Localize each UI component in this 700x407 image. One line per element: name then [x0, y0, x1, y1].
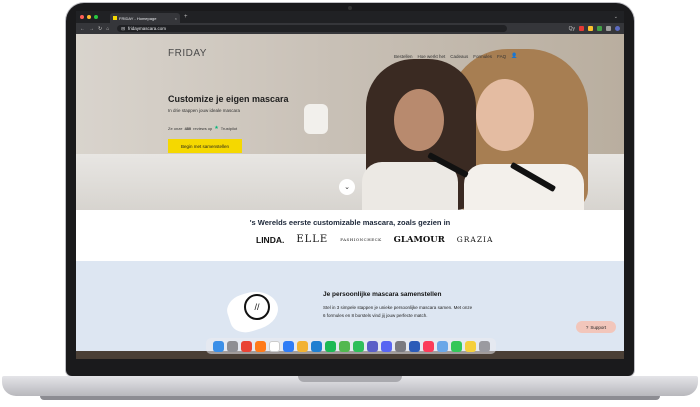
press-logo-grazia: GRAZIA: [456, 235, 494, 244]
site-logo[interactable]: FRIDAY: [168, 48, 207, 59]
reload-icon[interactable]: ↻: [98, 26, 102, 32]
rating-count: 480: [184, 125, 192, 131]
section-title: Je persoonlijke mascara samenstellen: [323, 291, 442, 298]
nav-item-formules[interactable]: Formules: [473, 54, 492, 59]
rating-suffix: reviews op: [193, 125, 213, 131]
camera-notch: [348, 6, 352, 10]
music-icon[interactable]: [422, 340, 434, 352]
finder-icon[interactable]: [212, 340, 224, 352]
settings-icon[interactable]: [394, 340, 406, 352]
press-heading: 's Werelds eerste customizable mascara, …: [249, 218, 451, 227]
chrome-icon[interactable]: [240, 340, 252, 352]
zoom-window-button[interactable]: [94, 15, 98, 19]
teams-icon[interactable]: [366, 340, 378, 352]
tab-title: FRIDAY - Homepage: [119, 15, 157, 21]
hero-model-face-right: [476, 79, 534, 151]
favicon-icon: [113, 16, 117, 20]
extensions-area: Qy: [569, 26, 620, 32]
hero-model-shirt-left: [362, 162, 458, 210]
trustpilot-star-icon: ★: [214, 125, 219, 131]
laptop-opening-lip: [298, 376, 402, 382]
site-info-icon[interactable]: ⊟: [121, 26, 125, 32]
user-icon[interactable]: 👤: [511, 53, 517, 59]
address-bar-row: ← → ↻ ⌂ ⊟ fridaymascara.com Qy: [76, 23, 624, 34]
hero-title: Customize je eigen mascara: [168, 94, 289, 104]
launchpad-icon[interactable]: [226, 340, 238, 352]
close-window-button[interactable]: [80, 15, 84, 19]
trustpilot-rating[interactable]: Ze onze 480 reviews op ★ Trustpilot: [168, 125, 237, 131]
forward-icon[interactable]: →: [89, 26, 94, 32]
nav-item-hoe-werkt-het[interactable]: Hoe werkt het: [418, 54, 446, 59]
laptop-feet: [40, 396, 660, 400]
scroll-down-chevron-icon[interactable]: ⌄: [339, 179, 355, 195]
preview-icon[interactable]: [436, 340, 448, 352]
profile-avatar[interactable]: [615, 26, 620, 31]
macos-dock: [206, 338, 496, 354]
mail-icon[interactable]: [282, 340, 294, 352]
nav-item-faq[interactable]: FAQ: [497, 54, 506, 59]
mascara-logo-icon: //: [244, 294, 270, 320]
trash-icon[interactable]: [478, 340, 490, 352]
messages-icon[interactable]: [450, 340, 462, 352]
minimize-window-button[interactable]: [87, 15, 91, 19]
tab-search-icon[interactable]: ⌄: [614, 14, 618, 20]
extension-icon[interactable]: [579, 26, 584, 31]
extension-icon[interactable]: [588, 26, 593, 31]
firefox-icon[interactable]: [254, 340, 266, 352]
nav-item-bestellen[interactable]: Bestellen: [394, 54, 413, 59]
word-icon[interactable]: [408, 340, 420, 352]
nav-item-cadeaus[interactable]: Cadeaus: [450, 54, 468, 59]
spotify-icon[interactable]: [324, 340, 336, 352]
url-input[interactable]: ⊟ fridaymascara.com: [117, 25, 508, 32]
rating-prefix: Ze onze: [168, 125, 183, 131]
vscode-icon[interactable]: [310, 340, 322, 352]
begin-customize-button[interactable]: Begin met samenstellen: [168, 139, 242, 153]
browser-tab-bar: FRIDAY - Homepage × + ⌄: [76, 11, 624, 23]
press-logo-fashioncheck: FASHIONCHECK: [340, 237, 382, 242]
home-icon[interactable]: ⌂: [106, 26, 109, 32]
laptop-screen: FRIDAY - Homepage × + ⌄ ← → ↻ ⌂ ⊟ friday…: [76, 11, 624, 359]
press-logos: LINDA. ELLE FASHIONCHECK GLAMOUR GRAZIA: [256, 234, 493, 245]
calendar-icon[interactable]: [268, 340, 280, 352]
maps-icon[interactable]: [338, 340, 350, 352]
url-text: fridaymascara.com: [128, 26, 167, 31]
new-tab-button[interactable]: +: [184, 14, 188, 20]
back-icon[interactable]: ←: [80, 26, 85, 32]
notes-icon[interactable]: [464, 340, 476, 352]
laptop-mockup: FRIDAY - Homepage × + ⌄ ← → ↻ ⌂ ⊟ friday…: [0, 0, 700, 407]
hero-subtitle: In drie stappen jouw ideale mascara: [168, 108, 241, 113]
site-nav: Bestellen Hoe werkt het Cadeaus Formules…: [394, 53, 517, 59]
section-body: Stel in 3 simpele stappen je unieke pers…: [323, 305, 473, 318]
press-logo-elle: ELLE: [296, 234, 329, 245]
zoom-indicator[interactable]: Qy: [569, 26, 575, 32]
browser-tab[interactable]: FRIDAY - Homepage ×: [110, 13, 180, 23]
trustpilot-brand: Trustpilot: [220, 125, 238, 131]
photos-icon[interactable]: [296, 340, 308, 352]
brush-illustration: //: [223, 285, 283, 337]
help-icon: ?: [585, 324, 589, 330]
close-tab-icon[interactable]: ×: [175, 16, 177, 21]
facetime-icon[interactable]: [352, 340, 364, 352]
support-button[interactable]: ? Support: [576, 321, 616, 333]
hero-lamp: [304, 104, 328, 134]
press-logo-linda: LINDA.: [256, 234, 285, 245]
discord-icon[interactable]: [380, 340, 392, 352]
window-controls: [80, 15, 98, 19]
hero-model-face-left: [394, 89, 444, 151]
press-logo-glamour: GLAMOUR: [393, 234, 445, 245]
support-label: Support: [590, 324, 607, 330]
extensions-puzzle-icon[interactable]: [606, 26, 611, 31]
extension-icon[interactable]: [597, 26, 602, 31]
